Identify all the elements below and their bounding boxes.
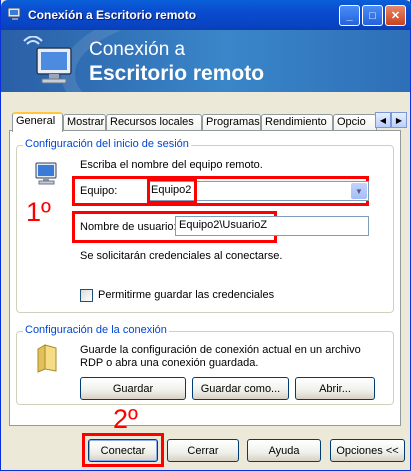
login-settings-title: Configuración del inicio de sesión bbox=[23, 138, 191, 150]
annotation-step-1: 1º bbox=[26, 197, 51, 227]
annotation-step-2: 2º bbox=[113, 404, 138, 434]
maximize-button[interactable]: □ bbox=[362, 5, 383, 26]
highlight-box-computer-value bbox=[147, 178, 197, 204]
title-bar[interactable]: Conexión a Escritorio remoto _ □ ✕ bbox=[1, 0, 411, 30]
close-button[interactable]: Cerrar bbox=[167, 439, 239, 462]
open-button[interactable]: Abrir... bbox=[295, 377, 375, 400]
connection-description-line2: RDP o abra una conexión guardada. bbox=[80, 357, 259, 369]
tab-opciones[interactable]: Opcio bbox=[333, 114, 377, 131]
save-button[interactable]: Guardar bbox=[80, 377, 186, 400]
connection-settings-title: Configuración de la conexión bbox=[23, 324, 169, 336]
username-input[interactable]: Equipo2\UsuarioZ bbox=[175, 216, 369, 236]
options-button[interactable]: Opciones << bbox=[330, 439, 405, 462]
instruction-text: Escriba el nombre del equipo remoto. bbox=[80, 159, 263, 171]
tab-mostrar[interactable]: Mostrar bbox=[63, 114, 106, 131]
connection-description-line1: Guarde la configuración de conexión actu… bbox=[80, 344, 361, 356]
remote-desktop-icon bbox=[7, 7, 23, 21]
save-credentials-checkbox[interactable] bbox=[80, 289, 93, 302]
save-credentials-label[interactable]: Permitirme guardar las credenciales bbox=[98, 289, 274, 301]
tab-scroll-left-icon[interactable]: ◀ bbox=[375, 112, 391, 128]
header-banner: Conexión a Escritorio remoto bbox=[1, 30, 410, 92]
remote-computer-icon bbox=[23, 35, 77, 88]
folder-icon bbox=[36, 343, 60, 373]
tab-strip: General Mostrar Recursos locales Program… bbox=[9, 112, 407, 132]
tab-rendimiento[interactable]: Rendimiento bbox=[261, 114, 333, 131]
general-tab-panel: Configuración del inicio de sesión Escri… bbox=[9, 130, 401, 426]
close-window-button[interactable]: ✕ bbox=[385, 5, 406, 26]
credentials-note: Se solicitarán credenciales al conectars… bbox=[80, 250, 283, 262]
window-title: Conexión a Escritorio remoto bbox=[28, 8, 197, 22]
minimize-button[interactable]: _ bbox=[339, 5, 360, 26]
tab-scroll-buttons: ◀ ▶ bbox=[375, 112, 408, 128]
banner-title-line1: Conexión a bbox=[89, 39, 186, 60]
help-button[interactable]: Ayuda bbox=[247, 439, 321, 462]
tab-scroll-right-icon[interactable]: ▶ bbox=[391, 112, 407, 128]
save-as-button[interactable]: Guardar como... bbox=[192, 377, 289, 400]
username-label: Nombre de usuario: bbox=[80, 221, 177, 233]
tab-general[interactable]: General bbox=[12, 112, 63, 132]
tab-recursos-locales[interactable]: Recursos locales bbox=[106, 114, 202, 131]
computer-icon bbox=[34, 161, 60, 187]
connect-button[interactable]: Conectar bbox=[88, 439, 158, 462]
remote-desktop-window: Conexión a Escritorio remoto _ □ ✕ Conex… bbox=[0, 0, 411, 471]
computer-label: Equipo: bbox=[80, 185, 118, 197]
tab-programas[interactable]: Programas bbox=[202, 114, 261, 131]
banner-title-line2: Escritorio remoto bbox=[89, 62, 265, 85]
chevron-down-icon[interactable]: ▼ bbox=[351, 183, 367, 199]
